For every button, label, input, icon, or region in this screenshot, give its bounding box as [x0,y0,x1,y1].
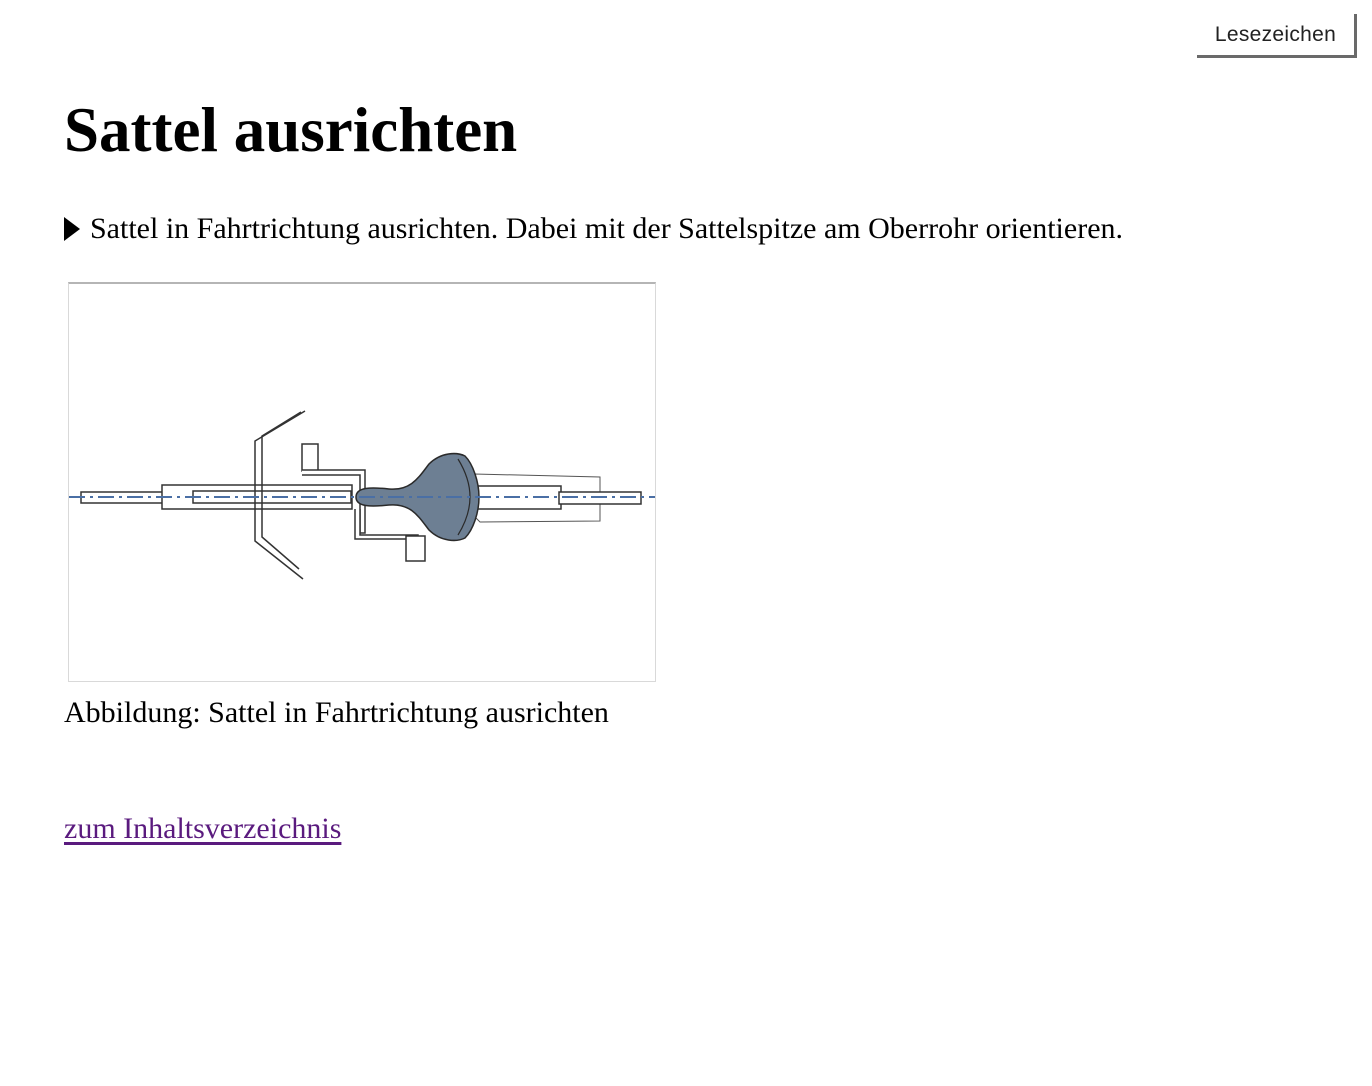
instruction-step: Sattel in Fahrtrichtung ausrichten. Dabe… [64,209,1123,249]
toc-link[interactable]: zum Inhaltsverzeichnis [64,809,341,849]
page-title: Sattel ausrichten [64,95,518,165]
bookmark-button[interactable]: Lesezeichen [1197,14,1357,58]
step-text: Sattel in Fahrtrichtung ausrichten. Dabe… [90,212,1124,245]
triangle-right-icon [64,217,80,241]
figure-image [68,282,656,682]
pedal-lower-shape [405,535,426,562]
figure-caption: Abbildung: Sattel in Fahrtrichtung ausri… [64,696,609,729]
pedal-upper-shape [301,443,319,472]
